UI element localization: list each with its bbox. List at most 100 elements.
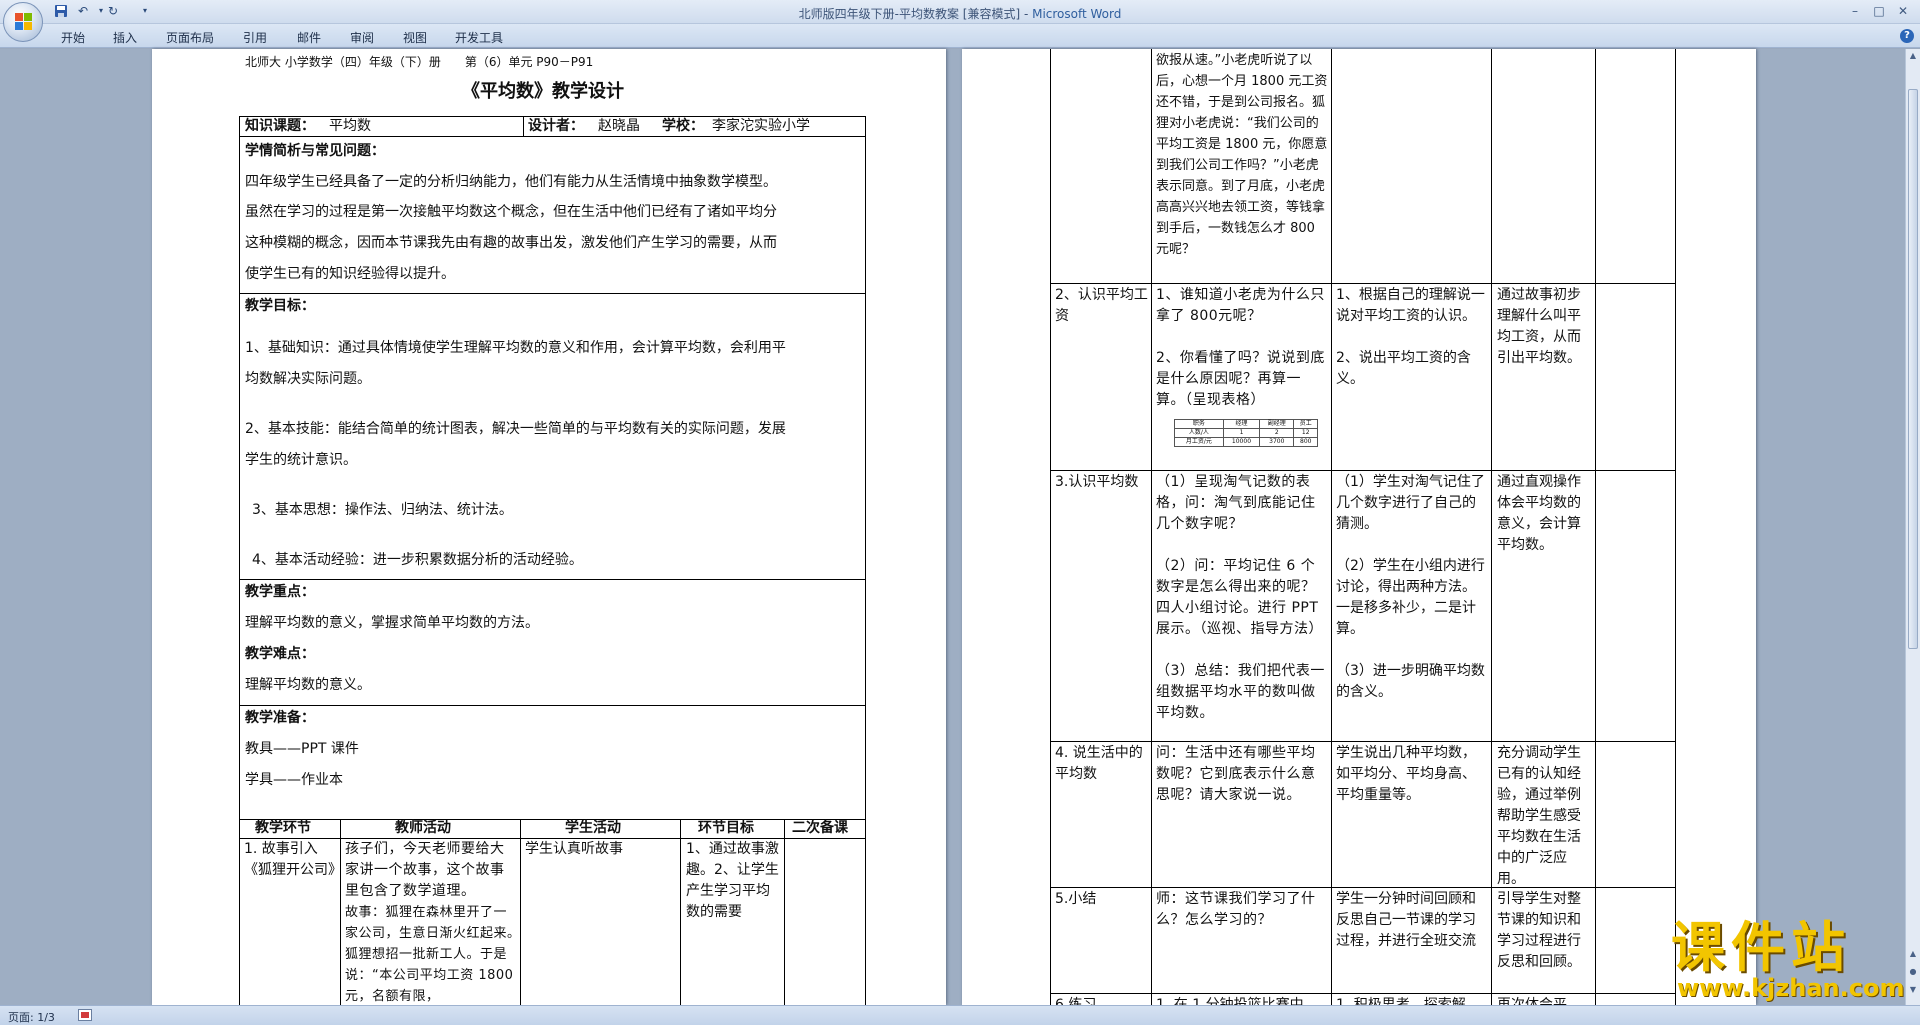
salary-table-grid: 职务 经理 副经理 员工 人数/人 1 2 12 月工资/元 10000 3700 800 xyxy=(1174,419,1318,447)
school-value: 李家沱实验小学 xyxy=(712,118,810,134)
goal-item: 1、基础知识：通过具体情境使学生理解平均数的意义和作用，会计算平均数，会利用平 xyxy=(245,340,786,356)
row2-goal: 通过故事初步理解什么叫平均工资，从而引出平均数。 xyxy=(1497,287,1581,366)
row6-teacher: 1. 在 1 分钟投篮比赛中 xyxy=(1156,997,1304,1005)
tab-review[interactable]: 审阅 xyxy=(350,29,374,46)
tab-page-layout[interactable]: 页面布局 xyxy=(166,29,214,46)
salary-cell: 人数/人 xyxy=(1174,428,1224,438)
ribbon-tabs: 开始 插入 页面布局 引用 邮件 审阅 视图 开发工具 ? xyxy=(0,24,1920,48)
row6-stage: 6.练习 xyxy=(1055,997,1097,1005)
row5-teacher: 师：这节课我们学习了什么？怎么学习的？ xyxy=(1156,891,1316,928)
row4-teacher: 问：生活中还有哪些平均数呢？它到底表示什么意思呢？请大家说一说。 xyxy=(1156,745,1316,803)
designer-value: 赵晓晶 xyxy=(598,118,640,134)
row2-teacher-q1: 1、谁知道小老虎为什么只拿了 800元呢？ xyxy=(1156,287,1325,324)
row2-student-2: 2、说出平均工资的含义。 xyxy=(1336,350,1471,387)
difficulty-heading: 教学难点： xyxy=(245,646,315,662)
key-point-heading: 教学重点： xyxy=(245,584,315,600)
scroll-up-icon[interactable]: ▲ xyxy=(1908,51,1918,63)
tab-home[interactable]: 开始 xyxy=(61,29,85,46)
row6-goal: 再次体会平 xyxy=(1497,997,1567,1005)
tab-developer[interactable]: 开发工具 xyxy=(455,29,503,46)
prep-teacher-tools: 教具——PPT 课件 xyxy=(245,741,359,757)
salary-cell: 800 xyxy=(1293,437,1318,447)
scrollbar-thumb[interactable] xyxy=(1908,89,1918,649)
row1-teacher-story: 故事：狐狸在森林里开了一家公司，生意日渐火红起来。 狐狸想招一批新工人。于是说：… xyxy=(345,905,517,1004)
salary-cell: 员工 xyxy=(1293,419,1318,429)
document-page-2[interactable]: 欲报从速。”小老虎听说了以后，心想一个月 1800 元工资还不错，于是到公司报名… xyxy=(962,49,1756,1005)
watermark-title: 课件站 xyxy=(1671,916,1851,979)
row4-goal: 充分调动学生已有的认知经验，通过举例帮助学生感受平均数在生活中的广泛应用。 xyxy=(1497,745,1581,887)
vertical-scrollbar[interactable]: ▲ ▲ ● ▼ xyxy=(1905,49,1920,1005)
col-student: 学生活动 xyxy=(565,820,621,836)
app-name: Microsoft Word xyxy=(1032,7,1122,21)
prev-page-icon[interactable]: ▲ xyxy=(1908,949,1918,961)
document-name: 北师版四年级下册-平均数教案 [兼容模式] - xyxy=(798,7,1033,21)
row1-story-continued: 欲报从速。”小老虎听说了以后，心想一个月 1800 元工资还不错，于是到公司报名… xyxy=(1156,53,1328,257)
site-watermark-logo: 课件站 www.kjzhan.com xyxy=(1663,916,1908,1003)
school-label: 学校： xyxy=(662,118,704,134)
help-icon[interactable]: ? xyxy=(1900,29,1914,43)
topic-label: 知识课题： xyxy=(245,118,315,134)
row6-student: 1. 积极思考，探索解 xyxy=(1336,997,1466,1005)
salary-cell: 经理 xyxy=(1222,419,1261,429)
analysis-line: 这种模糊的概念，因而本节课我先由有趣的故事出发，激发他们产生学习的需要，从而 xyxy=(245,235,777,251)
salary-cell: 12 xyxy=(1293,428,1318,438)
row4-student: 学生说出几种平均数，如平均分、平均身高、平均重量等。 xyxy=(1336,745,1476,803)
document-page-1[interactable]: 北师大 小学数学（四）年级（下）册 第（6）单元 P90－P91 《平均数》教学… xyxy=(152,49,946,1005)
goal-item: 均数解决实际问题。 xyxy=(245,371,371,387)
proofing-icon[interactable] xyxy=(78,1009,92,1021)
topic-value: 平均数 xyxy=(329,118,371,134)
analysis-heading: 学情简析与常见问题： xyxy=(245,143,385,159)
goal-item: 2、基本技能：能结合简单的统计图表，解决一些简单的与平均数有关的实际问题，发展 xyxy=(245,421,786,437)
tab-insert[interactable]: 插入 xyxy=(113,29,137,46)
analysis-line: 四年级学生已经具备了一定的分析归纳能力，他们有能力从生活情境中抽象数学模型。 xyxy=(245,174,777,190)
salary-cell: 副经理 xyxy=(1259,419,1295,429)
goal-item: 学生的统计意识。 xyxy=(245,452,357,468)
key-point-text: 理解平均数的意义，掌握求简单平均数的方法。 xyxy=(245,615,539,631)
row3-teacher-1: （1）呈现淘气记数的表格，问：淘气到底能记住几个数字呢？ xyxy=(1156,474,1316,532)
row1-student: 学生认真听故事 xyxy=(525,841,623,857)
goal-item: 4、基本活动经验：进一步积累数据分析的活动经验。 xyxy=(252,552,583,568)
col-teacher: 教师活动 xyxy=(395,820,451,836)
minimize-button[interactable]: – xyxy=(1842,3,1868,19)
col-goal: 环节目标 xyxy=(698,820,754,836)
salary-cell: 2 xyxy=(1259,428,1295,438)
row1-stage: 1. 故事引入《狐狸开公司》 xyxy=(244,841,338,878)
document-title: 《平均数》教学设计 xyxy=(462,81,624,102)
row3-teacher-2: （2）问：平均记住 6 个数字是怎么得出来的呢？四人小组讨论。进行 PPT 展示… xyxy=(1156,558,1323,637)
maximize-button[interactable]: □ xyxy=(1866,3,1892,19)
salary-cell: 10000 xyxy=(1222,437,1261,447)
select-browse-object-icon[interactable]: ● xyxy=(1908,967,1918,979)
row3-stage: 3.认识平均数 xyxy=(1055,474,1139,490)
col-stage: 教学环节 xyxy=(255,820,311,836)
row1-goal: 1、通过故事激趣。2、让学生产生学习平均数的需要 xyxy=(686,841,779,920)
salary-cell: 月工资/元 xyxy=(1174,437,1224,447)
page-indicator[interactable]: 页面: 1/3 xyxy=(8,1009,55,1025)
tab-mailings[interactable]: 邮件 xyxy=(297,29,321,46)
window-title: 北师版四年级下册-平均数教案 [兼容模式] - Microsoft Word xyxy=(0,5,1920,22)
goals-heading: 教学目标： xyxy=(245,298,315,314)
office-logo-icon xyxy=(15,13,33,31)
row4-stage: 4. 说生活中的平均数 xyxy=(1055,745,1143,782)
tab-view[interactable]: 视图 xyxy=(403,29,427,46)
page-header: 北师大 小学数学（四）年级（下）册 第（6）单元 P90－P91 xyxy=(245,55,594,69)
watermark-url: www.kjzhan.com xyxy=(1677,974,1905,1002)
row3-teacher-3: （3）总结：我们把代表一组数据平均水平的数叫做平均数。 xyxy=(1156,663,1325,721)
row3-goal: 通过直观操作体会平均数的意义，会计算平均数。 xyxy=(1497,474,1581,553)
row2-teacher-q2: 2、你看懂了吗？说说到底是什么原因呢？再算一算。（呈现表格） xyxy=(1156,350,1325,408)
status-bar: 页面: 1/3 xyxy=(0,1005,1920,1025)
difficulty-text: 理解平均数的意义。 xyxy=(245,677,371,693)
office-button[interactable] xyxy=(3,2,43,42)
salary-cell: 职务 xyxy=(1174,419,1224,429)
analysis-line: 虽然在学习的过程是第一次接触平均数这个概念，但在生活中他们已经有了诸如平均分 xyxy=(245,204,777,220)
next-page-icon[interactable]: ▼ xyxy=(1908,985,1918,997)
tab-references[interactable]: 引用 xyxy=(243,29,267,46)
col-second-prep: 二次备课 xyxy=(792,820,848,836)
prep-heading: 教学准备： xyxy=(245,710,315,726)
row3-student-1: （1）学生对淘气记住了几个数字进行了自己的猜测。 xyxy=(1336,474,1485,532)
salary-cell: 1 xyxy=(1222,428,1261,438)
row3-student-2: （2）学生在小组内进行讨论，得出两种方法。一是移多补少，二是计算。 xyxy=(1336,558,1485,637)
prep-student-tools: 学具——作业本 xyxy=(245,772,343,788)
goal-item: 3、基本思想：操作法、归纳法、统计法。 xyxy=(252,502,513,518)
row5-stage: 5.小结 xyxy=(1055,891,1097,907)
close-button[interactable]: ✕ xyxy=(1890,3,1916,19)
